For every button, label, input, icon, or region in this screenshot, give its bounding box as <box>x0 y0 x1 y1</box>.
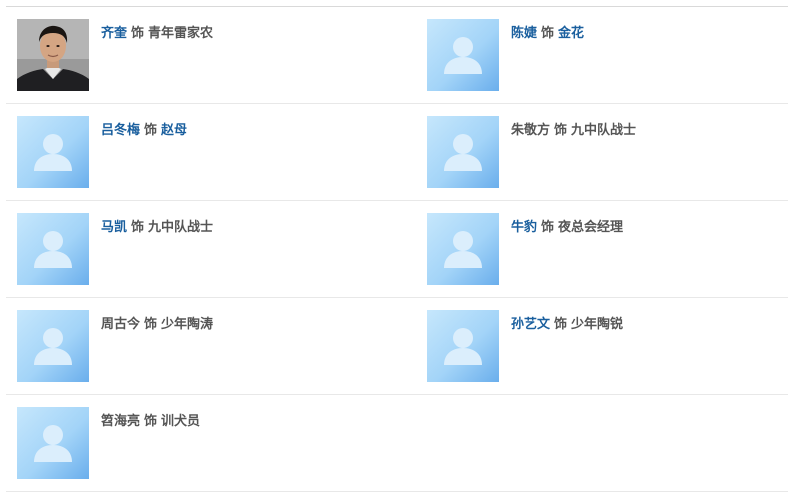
role-name: 少年陶涛 <box>161 317 214 332</box>
role-separator: 饰 <box>131 220 145 235</box>
cast-caption: 齐奎饰青年雷家农 <box>101 26 213 42</box>
role-name: 九中队战士 <box>571 123 637 138</box>
role-name: 少年陶锐 <box>571 317 624 332</box>
default-avatar-icon[interactable] <box>427 213 499 285</box>
default-avatar-icon[interactable] <box>427 310 499 382</box>
cast-caption: 笤海亮饰训犬员 <box>101 414 200 430</box>
cast-caption: 马凯饰九中队战士 <box>101 220 213 236</box>
cast-row: 笤海亮饰训犬员 <box>6 395 788 492</box>
role-separator: 饰 <box>554 123 568 138</box>
default-avatar-icon[interactable] <box>17 213 89 285</box>
role-name[interactable]: 金花 <box>558 26 584 41</box>
cast-caption: 孙艺文饰少年陶锐 <box>511 317 623 333</box>
actor-name: 笤海亮 <box>101 414 141 429</box>
cast-member: 孙艺文饰少年陶锐 <box>427 310 788 382</box>
role-separator: 饰 <box>144 123 158 138</box>
role-name: 青年雷家农 <box>148 26 214 41</box>
role-separator: 饰 <box>131 26 145 41</box>
actor-name: 周古今 <box>101 317 141 332</box>
cast-caption: 陈婕饰金花 <box>511 26 584 42</box>
cast-caption: 周古今饰少年陶涛 <box>101 317 213 333</box>
cast-member: 陈婕饰金花 <box>427 19 788 91</box>
actor-name[interactable]: 马凯 <box>101 220 127 235</box>
cast-row: 齐奎饰青年雷家农 陈婕饰金花 <box>6 7 788 104</box>
actor-photo[interactable] <box>17 19 89 91</box>
actor-name[interactable]: 吕冬梅 <box>101 123 140 138</box>
cast-list: 齐奎饰青年雷家农 陈婕饰金花 吕冬梅饰赵母 朱敬方饰九中队战士 马凯饰九中队战士 牛豹饰夜… <box>6 7 788 492</box>
cast-member: 吕冬梅饰赵母 <box>17 116 397 188</box>
default-avatar-icon[interactable] <box>427 116 499 188</box>
cast-caption: 朱敬方饰九中队战士 <box>511 123 636 139</box>
role-separator: 饰 <box>554 317 568 332</box>
cast-member: 牛豹饰夜总会经理 <box>427 213 788 285</box>
default-avatar-icon[interactable] <box>17 310 89 382</box>
actor-name: 朱敬方 <box>511 123 551 138</box>
cast-member: 马凯饰九中队战士 <box>17 213 397 285</box>
cast-row: 吕冬梅饰赵母 朱敬方饰九中队战士 <box>6 104 788 201</box>
cast-member: 朱敬方饰九中队战士 <box>427 116 788 188</box>
role-name: 训犬员 <box>161 414 201 429</box>
actor-name[interactable]: 牛豹 <box>511 220 537 235</box>
role-separator: 饰 <box>541 220 555 235</box>
role-name: 九中队战士 <box>148 220 214 235</box>
cast-caption: 吕冬梅饰赵母 <box>101 123 187 139</box>
role-name: 夜总会经理 <box>558 220 624 235</box>
role-separator: 饰 <box>144 317 158 332</box>
cast-member: 笤海亮饰训犬员 <box>17 407 397 479</box>
role-separator: 饰 <box>144 414 158 429</box>
cast-row: 马凯饰九中队战士 牛豹饰夜总会经理 <box>6 201 788 298</box>
role-name[interactable]: 赵母 <box>161 123 187 138</box>
cast-member: 齐奎饰青年雷家农 <box>17 19 397 91</box>
default-avatar-icon[interactable] <box>17 407 89 479</box>
cast-member: 周古今饰少年陶涛 <box>17 310 397 382</box>
actor-name[interactable]: 陈婕 <box>511 26 537 41</box>
role-separator: 饰 <box>541 26 555 41</box>
cast-caption: 牛豹饰夜总会经理 <box>511 220 623 236</box>
default-avatar-icon[interactable] <box>427 19 499 91</box>
actor-name[interactable]: 齐奎 <box>101 26 127 41</box>
actor-name[interactable]: 孙艺文 <box>511 317 550 332</box>
cast-row: 周古今饰少年陶涛 孙艺文饰少年陶锐 <box>6 298 788 395</box>
default-avatar-icon[interactable] <box>17 116 89 188</box>
